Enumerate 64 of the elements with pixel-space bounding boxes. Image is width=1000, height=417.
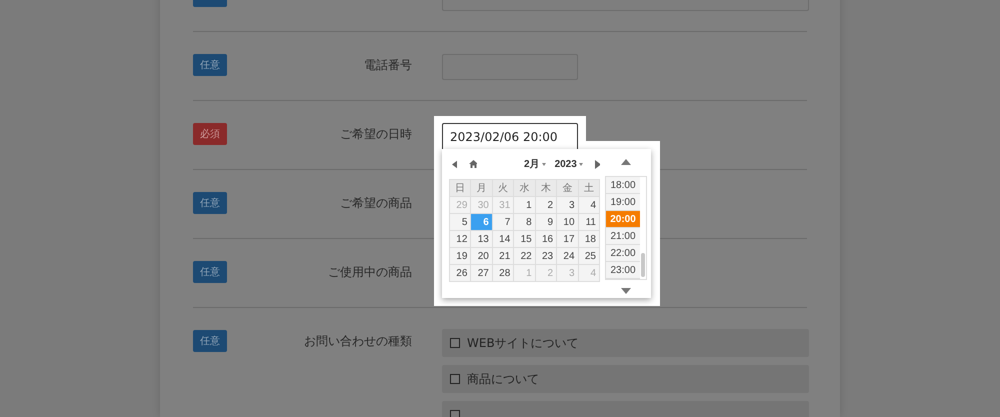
time-option[interactable]: 19:00 [606, 194, 640, 211]
home-icon[interactable] [469, 160, 477, 168]
year-dropdown[interactable]: 2023 [554, 158, 583, 170]
field-label: 電話番号 [364, 57, 412, 74]
calendar-day[interactable]: 1 [514, 196, 536, 214]
calendar-day[interactable]: 18 [578, 230, 600, 248]
calendar-day[interactable]: 15 [514, 230, 536, 248]
weekday-header: 土 [578, 180, 600, 196]
date-input-field[interactable]: 2023/02/06 20:00 [442, 123, 578, 151]
checkbox-option[interactable]: 商品について [442, 365, 809, 393]
optional-badge: 任意 [193, 192, 227, 214]
calendar-day[interactable]: 24 [556, 248, 578, 264]
calendar-day[interactable]: 10 [556, 214, 578, 230]
field-label: ご希望の商品 [340, 195, 412, 212]
calendar-day[interactable]: 26 [450, 264, 471, 282]
checkbox[interactable] [450, 338, 460, 348]
calendar-day[interactable]: 8 [514, 214, 536, 230]
checkbox[interactable] [450, 410, 460, 417]
calendar-day[interactable]: 22 [514, 248, 536, 264]
optional-badge: 任意 [193, 54, 227, 76]
month-dropdown[interactable]: 2月 [524, 157, 546, 171]
weekday-header: 月 [470, 180, 492, 196]
weekday-header: 木 [535, 180, 557, 196]
calendar-day[interactable]: 3 [556, 196, 578, 214]
calendar-day[interactable]: 16 [535, 230, 557, 248]
calendar-day[interactable]: 19 [450, 248, 471, 264]
calendar-day[interactable]: 28 [492, 264, 514, 282]
scrollbar-thumb[interactable] [641, 253, 645, 277]
time-option[interactable]: 18:00 [606, 177, 640, 194]
calendar-day[interactable]: 9 [535, 214, 557, 230]
calendar-day[interactable]: 23 [535, 248, 557, 264]
weekday-header: 日 [450, 180, 471, 196]
next-arrow-icon[interactable] [594, 160, 600, 168]
scroll-down-arrow-icon[interactable] [621, 288, 631, 294]
field-label: お問い合わせの種類 [304, 333, 412, 350]
calendar-day[interactable]: 20 [470, 248, 492, 264]
field-label: ご希望の日時 [340, 126, 412, 143]
calendar-day[interactable]: 13 [470, 230, 492, 248]
weekday-header: 水 [514, 180, 536, 196]
scroll-up-arrow-icon[interactable] [621, 159, 631, 165]
weekday-header: 火 [492, 180, 514, 196]
calendar-day[interactable]: 12 [450, 230, 471, 248]
calendar-day[interactable]: 25 [578, 248, 600, 264]
calendar-day[interactable]: 7 [492, 214, 514, 230]
calendar-day[interactable]: 4 [578, 196, 600, 214]
calendar-day[interactable]: 5 [450, 214, 471, 230]
option-label: WEBサイトについて [467, 334, 579, 352]
option-label: 商品について [467, 370, 539, 388]
required-badge: 必須 [193, 123, 227, 145]
weekday-header: 金 [556, 180, 578, 196]
time-option[interactable]: 22:00 [606, 245, 640, 262]
optional-badge: 任意 [193, 330, 227, 352]
calendar-day[interactable]: 11 [578, 214, 600, 230]
optional-badge: 任意 [193, 261, 227, 283]
calendar-day[interactable]: 17 [556, 230, 578, 248]
field-label: ご使用中の商品 [328, 264, 412, 281]
time-option[interactable]: 21:00 [606, 228, 640, 245]
calendar-day[interactable]: 2 [535, 196, 557, 214]
calendar-day[interactable]: 27 [470, 264, 492, 282]
previous-arrow-icon[interactable] [452, 160, 458, 168]
time-option[interactable]: 23:00 [606, 262, 640, 279]
calendar-day[interactable]: 14 [492, 230, 514, 248]
calendar-day[interactable]: 21 [492, 248, 514, 264]
checkbox[interactable] [450, 374, 460, 384]
